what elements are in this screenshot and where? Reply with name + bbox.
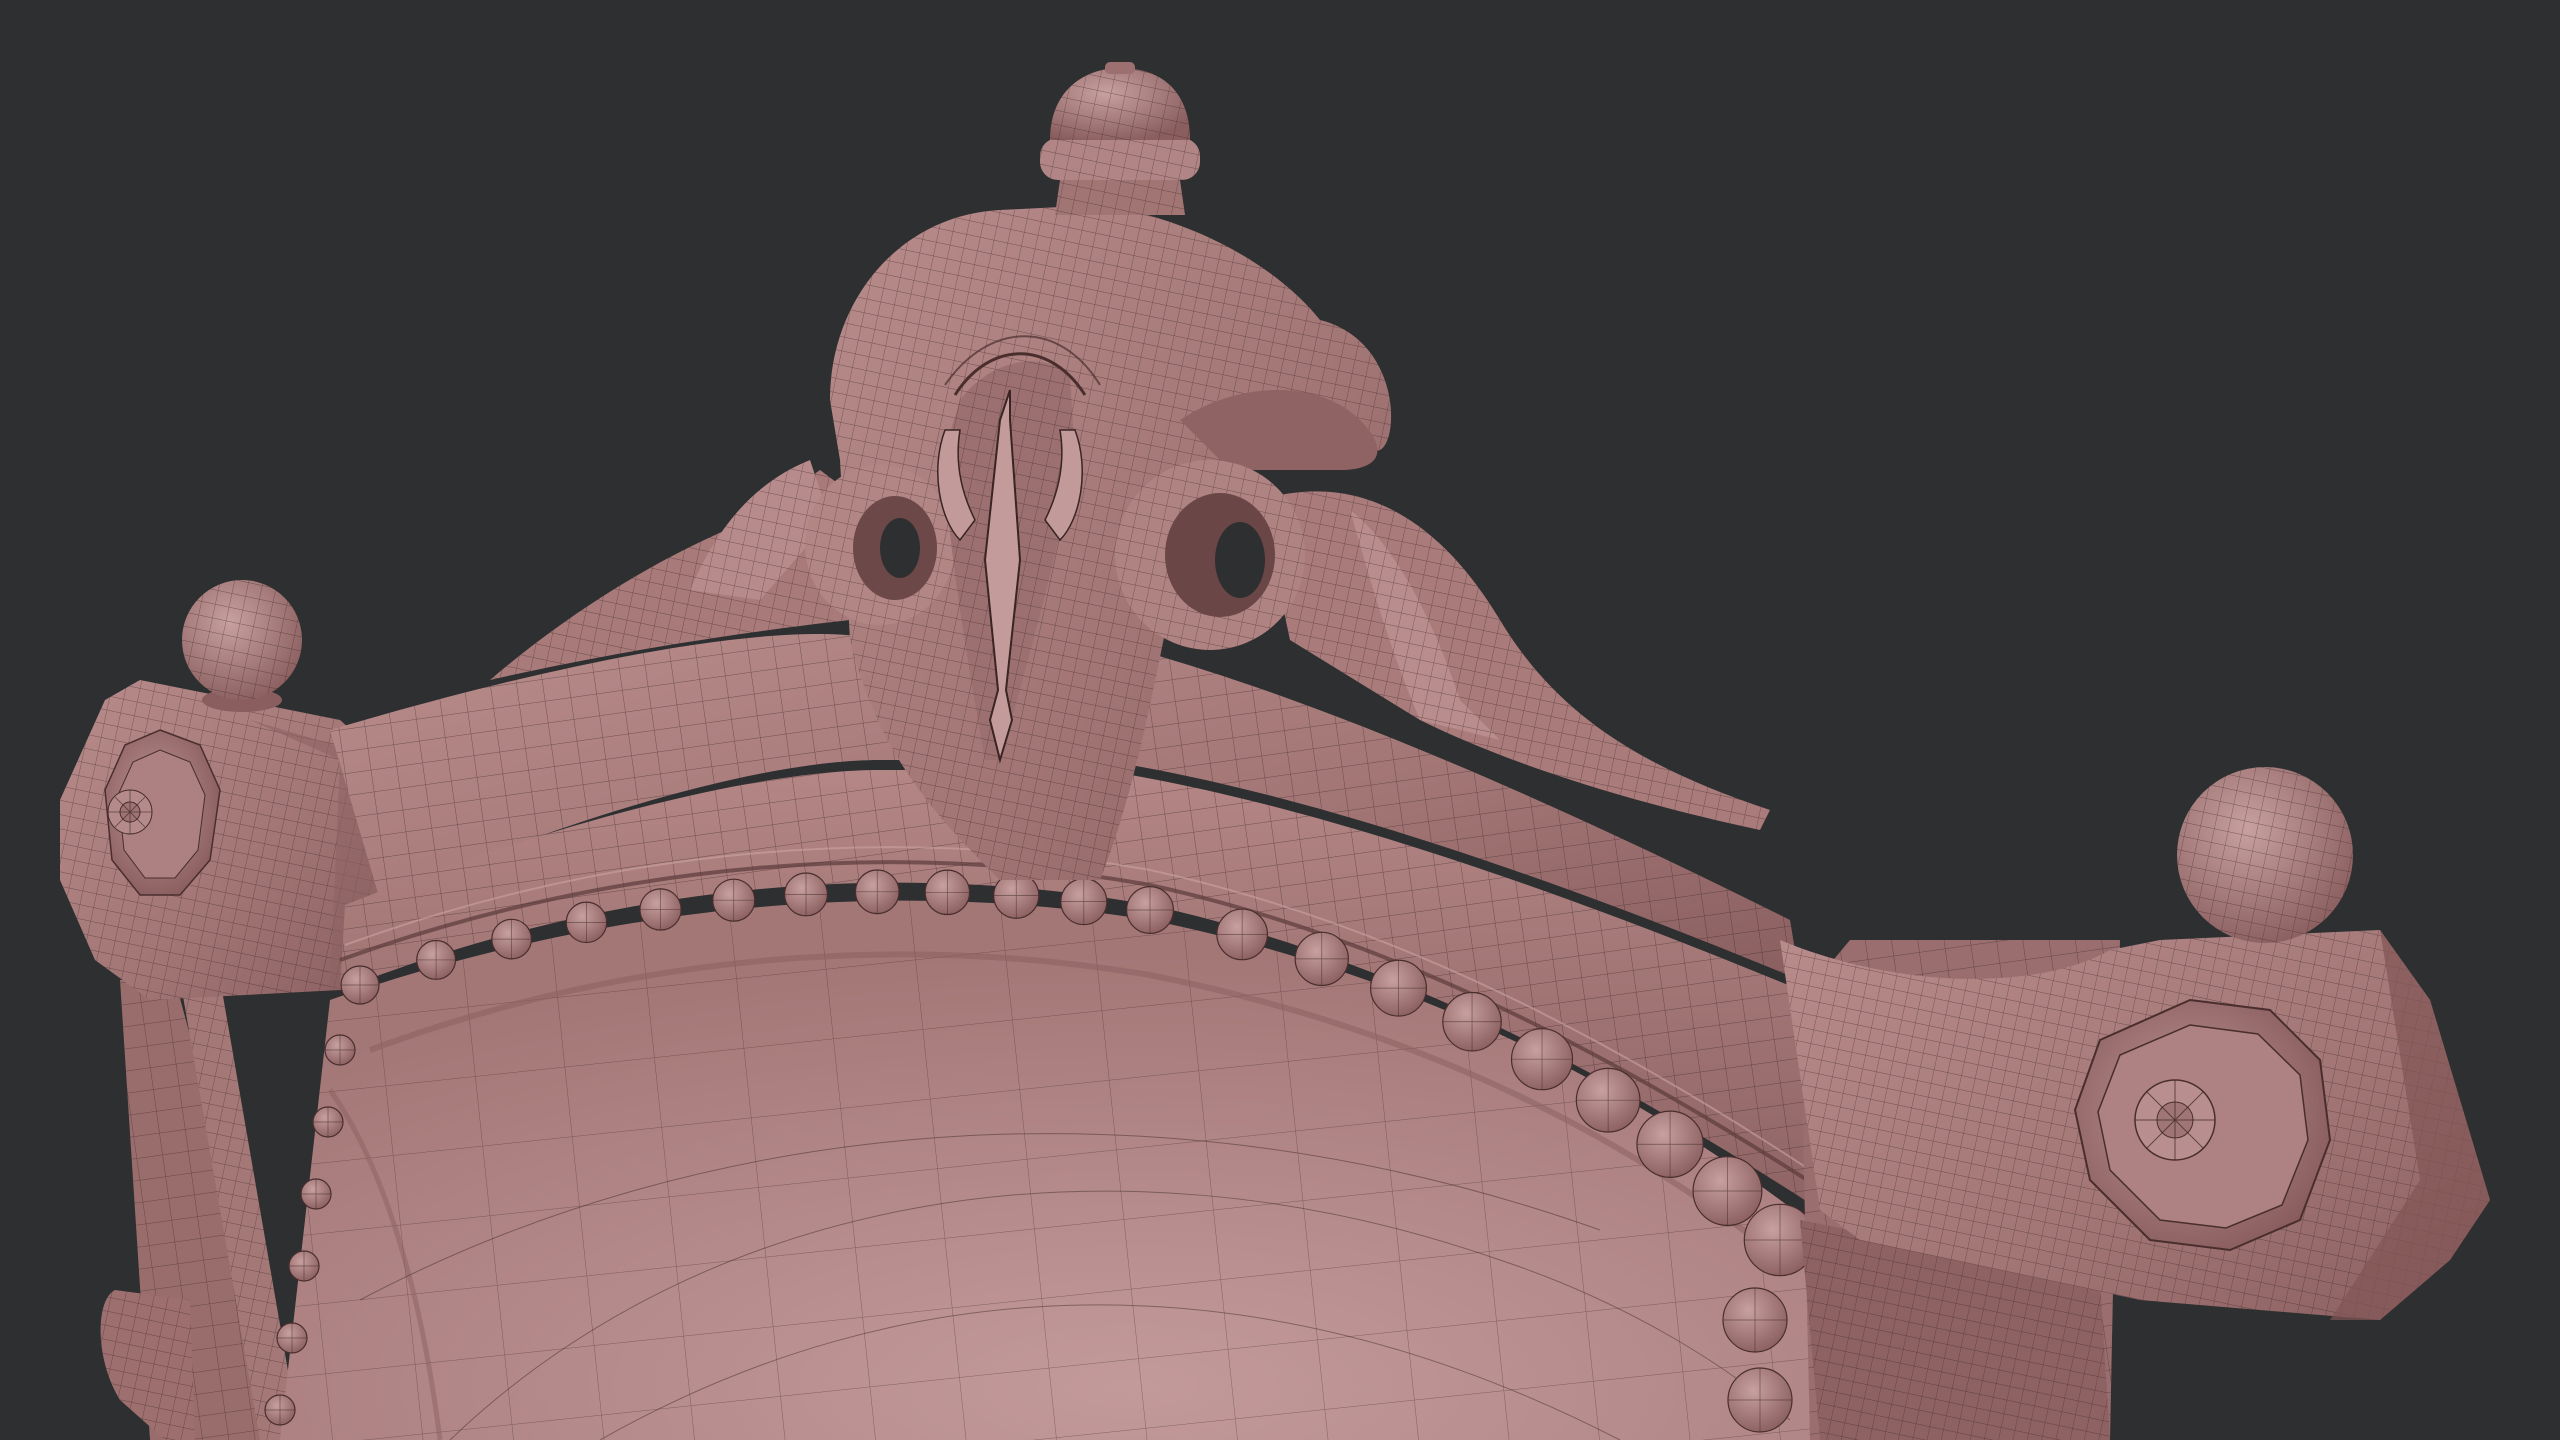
left-scroll	[805, 465, 955, 625]
3d-viewport[interactable]	[0, 0, 2560, 1440]
right-scroll	[1115, 460, 1305, 650]
right-ball-finial	[2177, 767, 2353, 943]
left-post	[100, 950, 300, 1440]
left-corner-block	[60, 580, 385, 1000]
mesh-render	[60, 62, 2490, 1440]
top-finial	[1040, 62, 1200, 215]
right-corner-block	[1780, 767, 2490, 1320]
